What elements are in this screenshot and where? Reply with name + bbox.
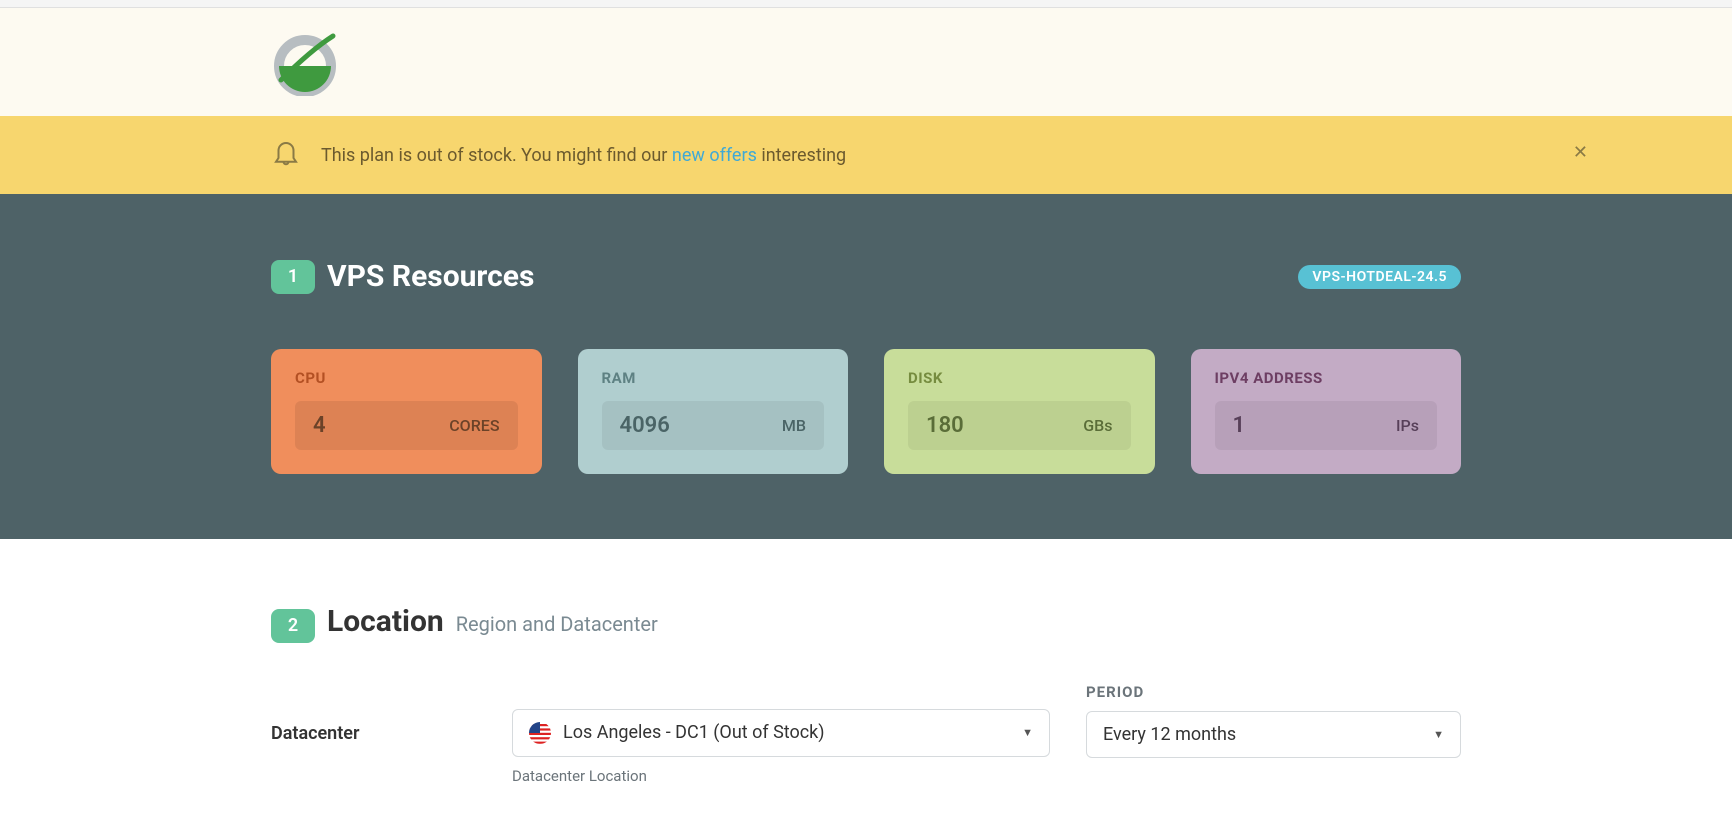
card-disk: DISK 180 GBs	[884, 349, 1155, 474]
card-cpu-value: 4	[313, 413, 326, 438]
datacenter-label: Datacenter	[271, 723, 476, 744]
chevron-down-icon: ▼	[1433, 728, 1444, 741]
card-disk-value: 180	[926, 413, 964, 438]
alert-text: This plan is out of stock. You might fin…	[321, 145, 846, 166]
card-ip-label: IPV4 ADDRESS	[1215, 369, 1438, 387]
card-ip-value: 1	[1233, 413, 1246, 438]
site-logo[interactable]	[271, 28, 339, 96]
card-cpu-label: CPU	[295, 369, 518, 387]
period-select[interactable]: Every 12 months ▼	[1086, 711, 1461, 758]
section-title-vps: VPS Resources	[327, 259, 534, 294]
section-location: 2 Location Region and Datacenter Datacen…	[0, 539, 1732, 825]
close-icon[interactable]: ✕	[1569, 138, 1592, 167]
datacenter-caption: Datacenter Location	[512, 767, 1050, 785]
alert-bar: This plan is out of stock. You might fin…	[0, 116, 1732, 194]
top-strip	[0, 0, 1732, 8]
plan-badge: VPS-HOTDEAL-24.5	[1298, 265, 1461, 289]
card-ram: RAM 4096 MB	[578, 349, 849, 474]
period-select-value: Every 12 months	[1103, 724, 1236, 745]
section-vps-resources: 1 VPS Resources VPS-HOTDEAL-24.5 CPU 4 C…	[0, 194, 1732, 539]
card-disk-unit: GBs	[1083, 416, 1112, 435]
datacenter-select-value: Los Angeles - DC1 (Out of Stock)	[563, 722, 825, 743]
card-disk-label: DISK	[908, 369, 1131, 387]
card-ram-unit: MB	[782, 416, 806, 435]
alert-text-post: interesting	[757, 145, 846, 166]
period-label: PERIOD	[1086, 683, 1461, 701]
step-badge-2: 2	[271, 609, 315, 643]
step-badge-1: 1	[271, 260, 315, 294]
logo-wrap	[271, 28, 1461, 96]
alert-link-new-offers[interactable]: new offers	[672, 145, 757, 166]
section-subtitle-location: Region and Datacenter	[456, 612, 658, 636]
datacenter-select[interactable]: Los Angeles - DC1 (Out of Stock) ▼	[512, 709, 1050, 757]
card-ram-label: RAM	[602, 369, 825, 387]
alert-text-pre: This plan is out of stock. You might fin…	[321, 145, 672, 166]
card-ip: IPV4 ADDRESS 1 IPs	[1191, 349, 1462, 474]
card-cpu-unit: CORES	[449, 416, 499, 435]
card-ip-unit: IPs	[1396, 416, 1419, 435]
section-title-location: Location	[327, 604, 444, 639]
site-header	[0, 8, 1732, 116]
chevron-down-icon: ▼	[1022, 726, 1033, 739]
bell-icon	[271, 138, 301, 172]
card-cpu: CPU 4 CORES	[271, 349, 542, 474]
us-flag-icon	[529, 722, 551, 744]
card-ram-value: 4096	[620, 413, 670, 438]
